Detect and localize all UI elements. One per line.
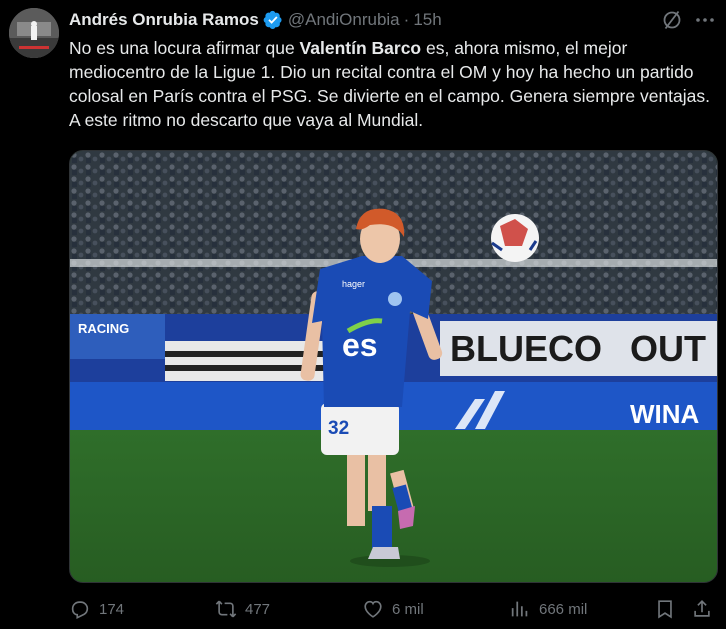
tweet-header: Andrés Onrubia Ramos @AndiOnrubia · 15h xyxy=(69,9,442,31)
reply-icon xyxy=(71,601,89,620)
board-text-blueco: BLUECO xyxy=(450,328,602,369)
like-icon xyxy=(364,600,382,618)
jersey-sponsor: es xyxy=(342,327,378,363)
repost-button[interactable]: 477 xyxy=(215,595,270,623)
more-icon[interactable] xyxy=(693,8,717,32)
match-photo: RACING BLUECO OUT WINA 32 es hager xyxy=(70,151,717,582)
jersey-brand: hager xyxy=(342,279,365,289)
avatar-image xyxy=(9,8,59,58)
board-text-out: OUT xyxy=(630,328,706,369)
views-button[interactable]: 666 mil xyxy=(509,595,587,623)
tweet-time[interactable]: 15h xyxy=(413,10,441,30)
grok-icon[interactable] xyxy=(660,8,684,32)
bookmark-button[interactable] xyxy=(654,595,684,623)
share-button[interactable] xyxy=(691,595,721,623)
author-avatar[interactable] xyxy=(9,8,59,58)
tweet-actions: 174 477 6 mil 666 mil xyxy=(69,595,719,623)
separator-dot: · xyxy=(403,10,410,29)
tweet-media-photo[interactable]: RACING BLUECO OUT WINA 32 es hager xyxy=(69,150,718,583)
author-handle[interactable]: @AndiOnrubia xyxy=(288,10,400,30)
reply-count: 174 xyxy=(99,600,125,618)
repost-icon xyxy=(215,600,237,618)
reply-button[interactable]: 174 xyxy=(69,595,124,623)
tweet-text: No es una locura afirmar que Valentín Ba… xyxy=(69,36,719,132)
like-count: 6 mil xyxy=(392,600,424,618)
views-count: 666 mil xyxy=(539,600,588,618)
author-name[interactable]: Andrés Onrubia Ramos xyxy=(69,10,259,30)
share-icon xyxy=(694,600,710,617)
repost-count: 477 xyxy=(245,600,271,618)
tweet-text-part-1: No es una locura afirmar que xyxy=(69,38,300,58)
tweet-text-bold-name: Valentín Barco xyxy=(299,38,422,58)
jersey-number: 32 xyxy=(328,418,349,439)
like-button[interactable]: 6 mil xyxy=(362,595,424,623)
views-icon xyxy=(511,601,528,617)
verified-badge-icon xyxy=(263,10,282,29)
board-text-wina: WINA xyxy=(630,399,700,429)
bookmark-icon xyxy=(658,600,672,619)
board-text-racing: RACING xyxy=(78,321,129,336)
